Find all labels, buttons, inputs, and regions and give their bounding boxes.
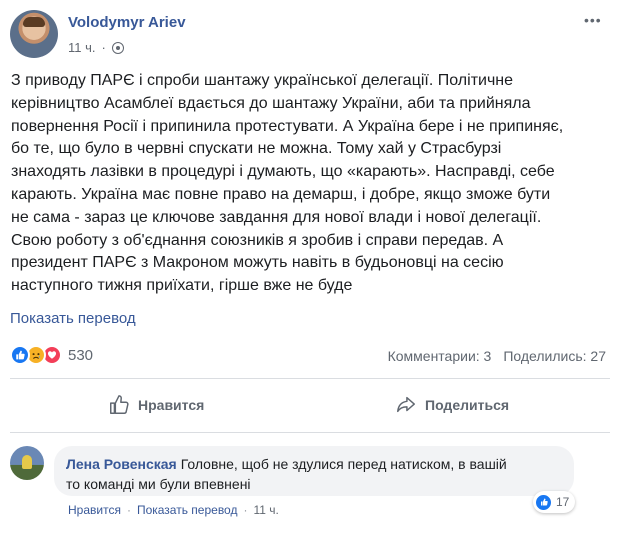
divider [10, 432, 610, 433]
comment-reaction-count: 17 [556, 495, 570, 509]
post-body-line: Свою роботу з об'єднання союзників я зро… [11, 231, 504, 249]
post-body-line: не сама - зараз це ключове завдання для … [11, 208, 542, 226]
share-arrow-icon [397, 396, 415, 413]
separator-dot: · [243, 503, 248, 517]
post-body-line: керівництво Асамблеї вдається до шантажу… [11, 94, 531, 112]
thumbs-up-icon [110, 395, 129, 414]
post-meta: 11 ч. · [68, 40, 124, 55]
like-button[interactable]: Нравится [108, 394, 204, 416]
post-time[interactable]: 11 ч. [68, 40, 96, 55]
ellipsis-icon[interactable]: ••• [584, 12, 602, 28]
comment-time[interactable]: 11 ч. [253, 503, 278, 517]
post-body: З приводу ПАРЄ і спроби шантажу українсь… [11, 70, 611, 298]
like-reaction-icon [10, 345, 30, 365]
commenter-avatar[interactable] [10, 446, 44, 480]
like-button-label: Нравится [138, 397, 205, 413]
comment-like-link[interactable]: Нравится [68, 503, 121, 517]
divider [10, 378, 610, 379]
commenter-name[interactable]: Лена Ровенская [66, 456, 177, 472]
post-body-line: президент ПАРЄ з Макроном можуть навіть … [11, 254, 504, 272]
translate-link[interactable]: Показать перевод [10, 310, 136, 327]
post-stats: Комментарии: 3 Поделились: 27 [388, 348, 606, 364]
comment-text: Головне, щоб не здулися перед натиском, … [180, 456, 507, 472]
author-avatar[interactable] [10, 10, 58, 58]
globe-icon[interactable] [111, 41, 124, 54]
shares-count-link[interactable]: Поделились: 27 [503, 348, 606, 364]
reaction-count: 530 [68, 346, 94, 364]
post-body-line: карають. Україна має повне право на дема… [11, 185, 551, 203]
comment-bubble: Лена Ровенская Головне, щоб не здулися пе… [54, 446, 574, 496]
post-body-line: знаходять лазівки в процедурі і думають,… [11, 163, 555, 181]
comment-line: Лена Ровенская Головне, щоб не здулися пе… [66, 454, 562, 474]
share-button[interactable]: Поделиться [395, 394, 509, 416]
comment-translate-link[interactable]: Показать перевод [137, 503, 238, 517]
comment-actions: Нравится · Показать перевод · 11 ч. [68, 503, 279, 517]
comment-reactions[interactable]: 17 [533, 491, 576, 513]
share-button-label: Поделиться [425, 397, 510, 413]
like-reaction-icon [535, 493, 552, 511]
facebook-post: Volodymyr Ariev 11 ч. · ••• З приводу ПА… [0, 0, 620, 533]
reactions-summary[interactable]: 530 [10, 345, 93, 365]
post-body-line: З приводу ПАРЄ і спроби шантажу українсь… [11, 72, 514, 89]
post-body-line: повернення Росії і припинила протестуват… [11, 117, 564, 135]
author-name[interactable]: Volodymyr Ariev [68, 14, 186, 31]
comment-text-line2: то команді ми були впевнені [66, 476, 251, 492]
meta-separator: · [101, 40, 106, 55]
comments-count-link[interactable]: Комментарии: 3 [388, 348, 492, 364]
post-body-line: наступного тижня приїхати, гірше вже не … [11, 277, 353, 295]
separator-dot: · [126, 503, 131, 517]
post-body-line: бо те, що було в червні спускати не можн… [11, 140, 502, 158]
